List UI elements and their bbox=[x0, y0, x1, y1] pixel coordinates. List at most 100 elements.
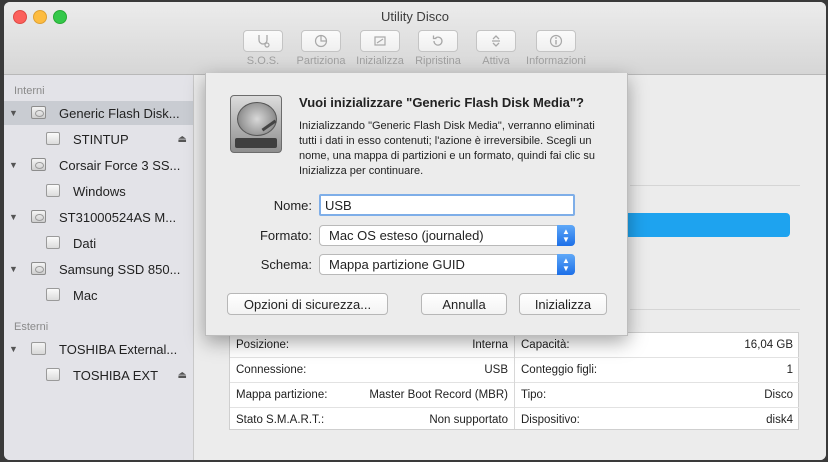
info-value: 16,04 GB bbox=[744, 339, 793, 351]
info-column-right: Capacità: 16,04 GB Conteggio figli: 1 Ti… bbox=[515, 333, 799, 432]
volume-icon bbox=[46, 368, 60, 381]
scheme-label: Schema: bbox=[260, 257, 312, 272]
info-table: Posizione: Interna Connessione: USB Mapp… bbox=[229, 332, 799, 430]
chevron-updown-icon: ▲ ▼ bbox=[557, 254, 575, 275]
dialog-message: Inizializzando "Generic Flash Disk Media… bbox=[299, 120, 595, 177]
info-row: Dispositivo: disk4 bbox=[515, 408, 799, 432]
scheme-popup-value: Mappa partizione GUID bbox=[329, 257, 465, 272]
toolbar-info[interactable]: Informazioni bbox=[526, 30, 586, 67]
hard-disk-icon bbox=[31, 106, 46, 119]
sidebar-header-internal: Interni bbox=[14, 85, 45, 97]
mount-arrows-icon[interactable] bbox=[476, 30, 516, 52]
toolbar-mount-label: Attiva bbox=[482, 55, 510, 67]
erase-icon[interactable] bbox=[360, 30, 400, 52]
info-row: Stato S.M.A.R.T.: Non supportato bbox=[230, 408, 514, 432]
sidebar-item-label: Samsung SSD 850... bbox=[59, 261, 181, 277]
toolbar-erase-label: Inizializza bbox=[356, 55, 404, 67]
sidebar-item-corsair-force[interactable]: ▼ Corsair Force 3 SS... bbox=[4, 153, 193, 177]
info-row: Posizione: Interna bbox=[230, 333, 514, 358]
info-value: USB bbox=[484, 364, 508, 376]
erase-button[interactable]: Inizializza bbox=[519, 293, 607, 315]
restore-arrow-icon[interactable] bbox=[418, 30, 458, 52]
hard-disk-icon bbox=[31, 262, 46, 275]
info-key: Capacità: bbox=[521, 339, 570, 351]
sidebar-item-mac[interactable]: Mac bbox=[4, 283, 193, 307]
format-label: Formato: bbox=[259, 228, 312, 243]
toolbar-restore[interactable]: Ripristina bbox=[408, 30, 468, 67]
toolbar-erase[interactable]: Inizializza bbox=[350, 30, 410, 67]
eject-icon[interactable]: ⏏ bbox=[178, 134, 187, 145]
usage-bar bbox=[622, 213, 790, 237]
info-value: Interna bbox=[472, 339, 508, 351]
info-row: Tipo: Disco bbox=[515, 383, 799, 408]
eject-icon[interactable]: ⏏ bbox=[178, 370, 187, 381]
sidebar-header-external: Esterni bbox=[14, 321, 49, 333]
sidebar-item-label: STINTUP bbox=[73, 131, 129, 147]
format-popup-value: Mac OS esteso (journaled) bbox=[329, 228, 484, 243]
title-bar: Utility Disco S.O.S. Partiziona Iniziali… bbox=[4, 2, 826, 75]
toolbar-restore-label: Ripristina bbox=[415, 55, 461, 67]
info-icon[interactable] bbox=[536, 30, 576, 52]
sidebar-item-label: TOSHIBA EXT bbox=[73, 367, 159, 383]
external-disk-icon bbox=[31, 342, 46, 355]
disclosure-triangle-icon[interactable]: ▼ bbox=[9, 264, 18, 274]
divider bbox=[630, 309, 800, 310]
format-popup[interactable]: Mac OS esteso (journaled) ▲ ▼ bbox=[319, 225, 575, 246]
hard-disk-icon bbox=[230, 95, 282, 153]
disclosure-triangle-icon[interactable]: ▼ bbox=[9, 160, 18, 170]
info-value: disk4 bbox=[766, 414, 793, 426]
info-value: Disco bbox=[764, 389, 793, 401]
info-key: Dispositivo: bbox=[521, 414, 580, 426]
sidebar-item-toshiba-external[interactable]: ▼ TOSHIBA External... bbox=[4, 337, 193, 361]
disclosure-triangle-icon[interactable]: ▼ bbox=[9, 108, 18, 118]
info-key: Connessione: bbox=[236, 364, 307, 376]
sidebar-item-windows[interactable]: Windows bbox=[4, 179, 193, 203]
sidebar-item-label: Dati bbox=[73, 235, 97, 251]
name-label: Nome: bbox=[273, 198, 312, 213]
info-key: Conteggio figli: bbox=[521, 364, 598, 376]
scheme-popup[interactable]: Mappa partizione GUID ▲ ▼ bbox=[319, 254, 575, 275]
info-row: Capacità: 16,04 GB bbox=[515, 333, 799, 358]
partition-pie-icon[interactable] bbox=[301, 30, 341, 52]
sidebar-item-label: Mac bbox=[73, 287, 98, 303]
erase-sheet-dialog: Vuoi inizializzare "Generic Flash Disk M… bbox=[205, 73, 628, 336]
sidebar-item-samsung-ssd[interactable]: ▼ Samsung SSD 850... bbox=[4, 257, 193, 281]
sidebar-item-stintup[interactable]: STINTUP ⏏ bbox=[4, 127, 193, 151]
info-key: Stato S.M.A.R.T.: bbox=[236, 414, 325, 426]
info-value: Non supportato bbox=[429, 414, 508, 426]
volume-icon bbox=[46, 184, 60, 197]
toolbar-partition[interactable]: Partiziona bbox=[291, 30, 351, 67]
disclosure-triangle-icon[interactable]: ▼ bbox=[9, 344, 18, 354]
sidebar-item-label: ST31000524AS M... bbox=[59, 209, 177, 225]
sidebar: Interni ▼ Generic Flash Disk... STINTUP … bbox=[4, 75, 194, 460]
sidebar-item-st31000524as[interactable]: ▼ ST31000524AS M... bbox=[4, 205, 193, 229]
sidebar-item-label: Generic Flash Disk... bbox=[59, 105, 180, 121]
info-value: 1 bbox=[786, 364, 793, 376]
stethoscope-icon[interactable] bbox=[243, 30, 283, 52]
info-row: Mappa partizione: Master Boot Record (MB… bbox=[230, 383, 514, 408]
toolbar-mount[interactable]: Attiva bbox=[466, 30, 526, 67]
toolbar-first-aid[interactable]: S.O.S. bbox=[233, 30, 293, 67]
sidebar-item-generic-flash-disk[interactable]: ▼ Generic Flash Disk... bbox=[4, 101, 193, 125]
hard-disk-icon bbox=[31, 210, 46, 223]
disclosure-triangle-icon[interactable]: ▼ bbox=[9, 212, 18, 222]
name-field[interactable] bbox=[319, 194, 575, 216]
divider bbox=[630, 185, 800, 186]
info-key: Posizione: bbox=[236, 339, 290, 351]
window-title: Utility Disco bbox=[381, 9, 449, 24]
hard-disk-icon bbox=[31, 158, 46, 171]
info-column-left: Posizione: Interna Connessione: USB Mapp… bbox=[230, 333, 514, 432]
toolbar-info-label: Informazioni bbox=[526, 55, 586, 67]
toolbar-first-aid-label: S.O.S. bbox=[246, 55, 280, 67]
sidebar-item-toshiba-ext[interactable]: TOSHIBA EXT ⏏ bbox=[4, 363, 193, 387]
info-key: Mappa partizione: bbox=[236, 389, 328, 401]
sidebar-item-label: Windows bbox=[73, 183, 126, 199]
cancel-button[interactable]: Annulla bbox=[421, 293, 507, 315]
sidebar-item-label: Corsair Force 3 SS... bbox=[59, 157, 181, 173]
sidebar-item-dati[interactable]: Dati bbox=[4, 231, 193, 255]
toolbar-partition-label: Partiziona bbox=[296, 55, 346, 67]
security-options-button[interactable]: Opzioni di sicurezza... bbox=[227, 293, 388, 315]
volume-icon bbox=[46, 236, 60, 249]
sidebar-item-label: TOSHIBA External... bbox=[59, 341, 178, 357]
info-row: Connessione: USB bbox=[230, 358, 514, 383]
